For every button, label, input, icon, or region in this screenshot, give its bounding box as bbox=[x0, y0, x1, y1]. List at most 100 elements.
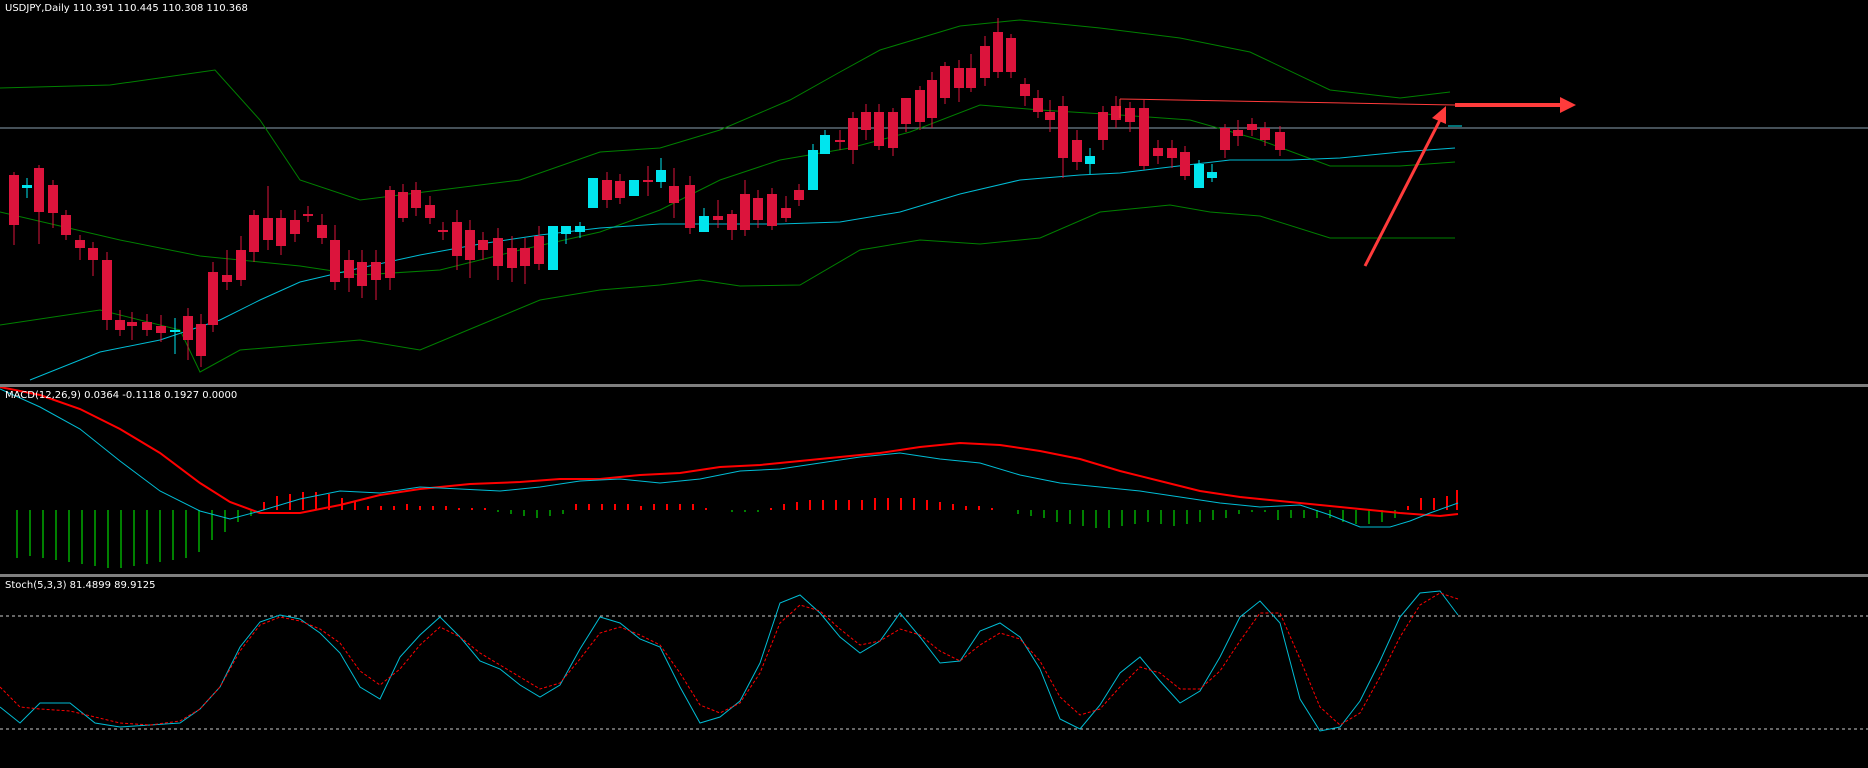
macd-label: MACD(12,26,9) 0.0364 -0.1118 0.1927 0.00… bbox=[5, 390, 238, 401]
candle-body bbox=[249, 215, 259, 252]
candle-body bbox=[940, 66, 950, 98]
candle-body bbox=[465, 230, 475, 260]
candle-body bbox=[1072, 140, 1082, 162]
candle-body bbox=[127, 322, 137, 326]
candle-body bbox=[727, 214, 737, 230]
candle-body bbox=[196, 324, 206, 356]
candle-body bbox=[656, 170, 666, 182]
bollinger-lower bbox=[0, 204, 1455, 373]
candle-body bbox=[1220, 128, 1230, 150]
candle-body bbox=[740, 194, 750, 230]
candle-body bbox=[1207, 172, 1217, 178]
candle-body bbox=[794, 190, 804, 200]
candle-body bbox=[398, 192, 408, 218]
candle-body bbox=[874, 112, 884, 146]
candle-body bbox=[1194, 164, 1204, 188]
candle-body bbox=[22, 185, 32, 188]
candle-body bbox=[276, 218, 286, 246]
candle-body bbox=[888, 112, 898, 148]
candle-body bbox=[602, 180, 612, 200]
candle-body bbox=[142, 322, 152, 330]
price-chart-canvas bbox=[0, 18, 1868, 381]
candle-body bbox=[1167, 148, 1177, 158]
candle-body bbox=[61, 215, 71, 235]
resistance-arrow-head bbox=[1560, 97, 1576, 113]
candle-body bbox=[534, 236, 544, 264]
candle-body bbox=[1139, 108, 1149, 166]
candle-body bbox=[1275, 132, 1285, 150]
candle-body bbox=[371, 262, 381, 280]
candle-body bbox=[1180, 152, 1190, 176]
candle-body bbox=[685, 185, 695, 228]
uptrend-arrow-line bbox=[1363, 119, 1442, 267]
candle-body bbox=[781, 208, 791, 218]
candle-body bbox=[1045, 112, 1055, 120]
candle-body bbox=[75, 240, 85, 248]
stoch-main-line bbox=[0, 590, 1459, 732]
candle-body bbox=[808, 150, 818, 190]
candle-body bbox=[848, 118, 858, 150]
candle-body bbox=[48, 185, 58, 213]
stoch-canvas bbox=[0, 590, 1868, 732]
candle-body bbox=[993, 32, 1003, 72]
stoch-signal-line bbox=[0, 592, 1459, 726]
candle-body bbox=[452, 222, 462, 256]
candle-body bbox=[183, 316, 193, 340]
stoch-label: Stoch(5,3,3) 81.4899 89.9125 bbox=[5, 580, 156, 591]
candle-body bbox=[1260, 128, 1270, 140]
candle-body bbox=[699, 216, 709, 232]
candle-body bbox=[1098, 112, 1108, 140]
candle-body bbox=[1085, 156, 1095, 164]
candle-body bbox=[411, 190, 421, 208]
candle-body bbox=[901, 98, 911, 124]
candle-body bbox=[575, 226, 585, 232]
candle-body bbox=[493, 238, 503, 266]
candle-body bbox=[615, 181, 625, 198]
candle-body bbox=[980, 46, 990, 78]
candle-body bbox=[1153, 148, 1163, 156]
candle-body bbox=[170, 330, 180, 332]
price-chart-label: USDJPY,Daily 110.391 110.445 110.308 110… bbox=[5, 3, 248, 14]
candle-body bbox=[478, 240, 488, 250]
candle-body bbox=[34, 168, 44, 212]
candle-body bbox=[1233, 130, 1243, 136]
candle-body bbox=[1125, 108, 1135, 122]
candle-body bbox=[520, 248, 530, 266]
candle-body bbox=[1033, 98, 1043, 112]
candle-body bbox=[548, 226, 558, 270]
candle-body bbox=[385, 190, 395, 278]
candle-body bbox=[438, 230, 448, 232]
price-chart-pane[interactable]: USDJPY,Daily 110.391 110.445 110.308 110… bbox=[0, 0, 1868, 384]
candle-body bbox=[263, 218, 273, 240]
candle-body bbox=[1020, 84, 1030, 96]
bollinger-upper bbox=[0, 19, 1451, 201]
candle-body bbox=[208, 272, 218, 325]
candle-body bbox=[222, 275, 232, 282]
resistance-line bbox=[1119, 98, 1456, 106]
candle-body bbox=[317, 225, 327, 238]
candle-body bbox=[102, 260, 112, 320]
candle-body bbox=[927, 80, 937, 118]
candle-body bbox=[629, 180, 639, 196]
candle-body bbox=[156, 326, 166, 333]
candle-body bbox=[236, 250, 246, 280]
candle-body bbox=[507, 248, 517, 268]
candle-body bbox=[915, 90, 925, 122]
macd-canvas bbox=[0, 387, 1459, 568]
candle-body bbox=[115, 320, 125, 330]
candle-body bbox=[9, 175, 19, 225]
candle-body bbox=[425, 205, 435, 218]
candle-body bbox=[861, 112, 871, 130]
macd-pane[interactable]: MACD(12,26,9) 0.0364 -0.1118 0.1927 0.00… bbox=[0, 387, 1868, 574]
candle-body bbox=[713, 216, 723, 220]
candle-body bbox=[330, 240, 340, 282]
candle-body bbox=[561, 226, 571, 234]
stoch-pane[interactable]: Stoch(5,3,3) 81.4899 89.9125 bbox=[0, 577, 1868, 768]
candle-body bbox=[835, 140, 845, 142]
candle-body bbox=[820, 135, 830, 154]
candle-body bbox=[954, 68, 964, 88]
candle-body bbox=[290, 220, 300, 234]
candle-body bbox=[643, 180, 653, 182]
candle-body bbox=[669, 186, 679, 203]
candle-body bbox=[753, 198, 763, 220]
